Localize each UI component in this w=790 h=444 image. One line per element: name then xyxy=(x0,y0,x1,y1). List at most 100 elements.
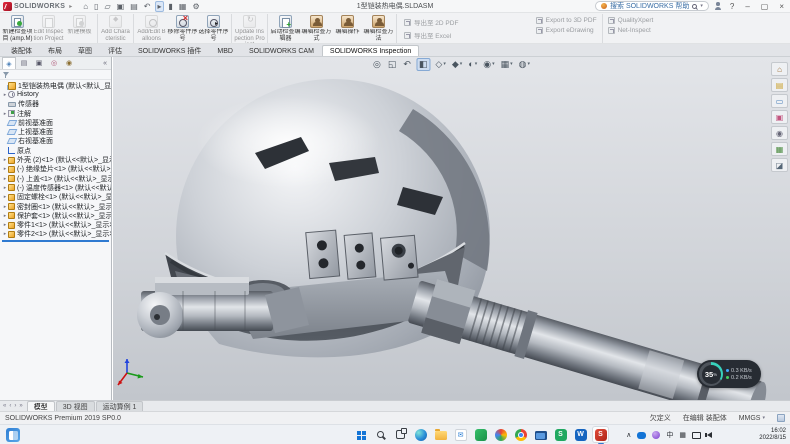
tree-item[interactable]: ▸保护套<1> (默认<<默认>_显示状 xyxy=(0,211,111,220)
tab-scroll-arrow-icon[interactable]: » xyxy=(18,403,23,409)
file-explorer-icon[interactable]: ▭ xyxy=(771,94,788,108)
command-tab[interactable]: MBD xyxy=(209,45,241,56)
tab-scroll-arrow-icon[interactable]: › xyxy=(13,403,17,409)
display-pane-icon[interactable]: ▦ xyxy=(178,2,188,11)
status-tag-icon[interactable] xyxy=(777,414,785,422)
performance-overlay[interactable]: 35% 0.3 KB/s0.2 KB/s xyxy=(697,360,761,388)
panel-collapse-button[interactable]: « xyxy=(103,60,109,67)
export-menu-item[interactable]: 导出至 2D PDF xyxy=(404,17,526,27)
restore-button[interactable]: ▢ xyxy=(758,2,772,11)
document-tab[interactable]: 3D 视图 xyxy=(56,401,95,411)
ime-chinese-indicator[interactable]: 中 xyxy=(666,430,673,440)
command-tab[interactable]: SOLIDWORKS 插件 xyxy=(130,45,209,56)
export-menu-item[interactable]: Export eDrawing xyxy=(536,27,597,34)
touch-keyboard-icon[interactable]: ▦ xyxy=(679,431,686,439)
close-button[interactable]: × xyxy=(776,2,787,11)
search-caret-icon[interactable]: ▾ xyxy=(700,3,703,9)
command-tab[interactable]: 装配体 xyxy=(3,45,40,56)
task-view-button[interactable] xyxy=(392,426,409,443)
view-orientation-icon[interactable]: ◇▾ xyxy=(434,59,446,70)
display-style-icon[interactable]: ◆▾ xyxy=(451,59,463,70)
edit-inspection-project-icon[interactable]: Edit Inspection Project xyxy=(33,14,64,43)
select-icon[interactable]: ▸ xyxy=(155,1,163,12)
mail-icon[interactable]: ✉ xyxy=(452,426,469,443)
view-palette-icon[interactable]: ▣ xyxy=(771,110,788,124)
chrome-icon[interactable] xyxy=(512,426,529,443)
edit-operations-icon[interactable]: 编辑操作 xyxy=(332,14,363,43)
model-canvas[interactable] xyxy=(113,57,790,400)
zoom-fit-icon[interactable]: ◎ xyxy=(372,59,383,70)
add-characteristic-icon[interactable]: Add Characteristic xyxy=(100,14,131,43)
save-icon[interactable]: ▣ xyxy=(116,2,126,11)
tree-item[interactable]: 原点 xyxy=(0,146,111,155)
units-selector[interactable]: MMGS▾ xyxy=(739,415,765,422)
command-tab[interactable]: SOLIDWORKS Inspection xyxy=(322,45,419,56)
remove-balloons-icon[interactable]: 移除零件序号 xyxy=(167,14,198,43)
hide-show-items-icon[interactable]: ◐▾ xyxy=(467,59,478,70)
search-box[interactable]: 搜索 SOLIDWORKS 帮助 ▾ xyxy=(595,1,709,11)
graphics-viewport[interactable]: ◎◱↶◧◇▾◆▾◐▾◉▾▦▾◍▾ ⌂▤▭▣◉▦◪ 35% 0.3 KB/s0.2… xyxy=(113,57,790,400)
options-icon[interactable]: ⚙ xyxy=(191,2,200,11)
edit-appearance-icon[interactable]: ◉▾ xyxy=(482,59,495,70)
remote-desktop-icon[interactable] xyxy=(532,426,549,443)
tree-item[interactable]: ▸固定螺栓<1> (默认<<默认>_显示 xyxy=(0,193,111,202)
edit-inspection-methods-icon[interactable]: 编辑检查方式 xyxy=(301,14,332,43)
input-ball-icon[interactable] xyxy=(652,431,660,439)
tree-item[interactable]: 传感器 xyxy=(0,100,111,109)
add-edit-balloons-icon[interactable]: Add/Edit Balloons xyxy=(136,14,167,43)
tree-item[interactable]: ▸零件2<1> (默认<<默认>_显示状 xyxy=(0,230,111,239)
tree-item[interactable]: ▸History xyxy=(0,90,111,99)
tree-item[interactable]: 1型铠装热电偶 (默认<默认_显示状态-1 xyxy=(0,81,111,90)
tray-expand-icon[interactable]: ∧ xyxy=(626,431,631,439)
help-button[interactable]: ? xyxy=(727,2,737,11)
tree-item[interactable]: 前视基准面 xyxy=(0,118,111,127)
view-settings-icon[interactable]: ◍▾ xyxy=(518,59,531,70)
solidworks-icon[interactable]: S xyxy=(592,426,609,443)
wps-icon[interactable]: S xyxy=(552,426,569,443)
command-tab[interactable]: 布局 xyxy=(40,45,70,56)
tab-scroll-arrow-icon[interactable]: ‹ xyxy=(8,403,12,409)
volume-icon[interactable] xyxy=(707,432,712,438)
new-template-icon[interactable]: 新建模板 xyxy=(64,14,95,43)
tree-item[interactable]: ▸(-) 温度传感器<1> (默认<<默认>_ xyxy=(0,183,111,192)
display-cast-icon[interactable] xyxy=(692,432,701,439)
design-library-icon[interactable]: ▤ xyxy=(771,78,788,92)
edit-inspection-method-icon[interactable]: 编辑检查方法 xyxy=(363,14,394,43)
export-menu-item[interactable]: Export to 3D PDF xyxy=(536,17,597,24)
document-tab[interactable]: 模型 xyxy=(27,401,55,411)
start-button[interactable] xyxy=(352,426,369,443)
new-document-icon[interactable]: ▯ xyxy=(93,2,99,11)
section-view-icon[interactable]: ◧ xyxy=(417,58,431,71)
document-tab[interactable]: 运动算例 1 xyxy=(96,401,144,411)
forum-icon[interactable]: ◪ xyxy=(771,158,788,172)
browser-360-icon[interactable] xyxy=(492,426,509,443)
word-icon[interactable]: W xyxy=(572,426,589,443)
app-icon-green[interactable] xyxy=(472,426,489,443)
print-icon[interactable]: ▤ xyxy=(129,2,139,11)
command-tab[interactable]: 草图 xyxy=(70,45,100,56)
tree-item[interactable]: 上视基准面 xyxy=(0,127,111,136)
command-tab[interactable]: SOLIDWORKS CAM xyxy=(241,45,322,56)
displaymanager-tab[interactable]: ◉ xyxy=(62,57,76,69)
rebuild-icon[interactable]: ▮ xyxy=(168,2,174,11)
launch-inspection-editor-icon[interactable]: 启动检查编辑器 xyxy=(270,14,301,43)
tree-item[interactable]: ▸零件1<1> (默认<<默认>_显示状态 xyxy=(0,220,111,229)
tree-item[interactable]: ▸外壳 (2)<1> (默认<<默认>_显示状 xyxy=(0,155,111,164)
solidworks-resources-icon[interactable]: ⌂ xyxy=(771,62,788,76)
tab-scroll-arrow-icon[interactable]: « xyxy=(2,403,7,409)
propertymanager-tab[interactable]: ▤ xyxy=(17,57,31,69)
tree-item[interactable]: ▸(-) 绝缘垫片<1> (默认<<默认>_显 xyxy=(0,165,111,174)
tree-item[interactable]: ▸(-) 上盖<1> (默认<<默认>_显示状 xyxy=(0,174,111,183)
search-button[interactable] xyxy=(372,426,389,443)
configurationmanager-tab[interactable]: ▣ xyxy=(32,57,46,69)
tree-item[interactable]: ▸注解 xyxy=(0,109,111,118)
apply-scene-icon[interactable]: ▦▾ xyxy=(500,59,514,70)
custom-properties-icon[interactable]: ▦ xyxy=(771,142,788,156)
undo-icon[interactable]: ↶ xyxy=(143,2,152,11)
update-inspection-project-icon[interactable]: Update Inspection Project xyxy=(234,14,265,43)
open-document-icon[interactable]: ▱ xyxy=(104,2,112,11)
tree-filter-row[interactable] xyxy=(0,70,111,80)
dimxpertmanager-tab[interactable]: ◎ xyxy=(47,57,61,69)
new-inspection-project-icon[interactable]: 新建检查项目 (amp.M) xyxy=(2,14,33,43)
export-menu-item[interactable]: Net-Inspect xyxy=(608,27,654,34)
